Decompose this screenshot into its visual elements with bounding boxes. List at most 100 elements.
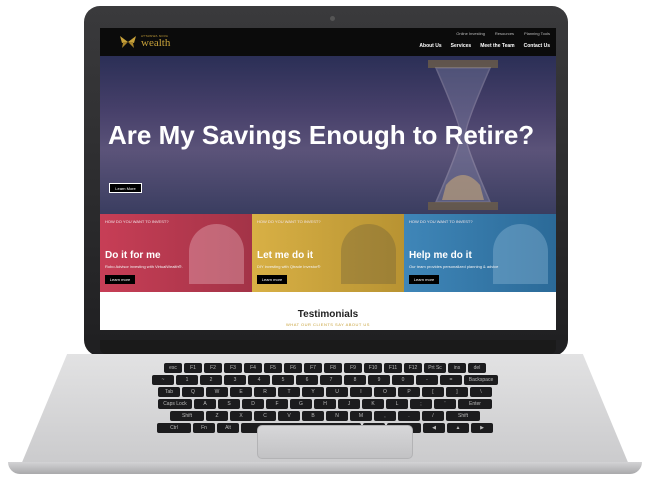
keyboard-key[interactable]: 7 [320,375,342,385]
keyboard-key[interactable]: . [398,411,420,421]
keyboard-key[interactable]: Ctrl [157,423,191,433]
keyboard-key[interactable]: , [374,411,396,421]
keyboard-key[interactable]: G [290,399,312,409]
keyboard-key[interactable]: Tab [158,387,180,397]
keyboard-key[interactable]: Fn [193,423,215,433]
keyboard-key[interactable]: F2 [204,363,222,373]
main-nav: About Us Services Meet the Team Contact … [419,43,550,49]
keyboard-key[interactable]: M [350,411,372,421]
keyboard-key[interactable]: O [374,387,396,397]
panel-eyebrow: HOW DO YOU WANT TO INVEST? [105,219,169,224]
keyboard-key[interactable]: ins [448,363,466,373]
keyboard-key[interactable]: W [206,387,228,397]
keyboard-key[interactable]: L [386,399,408,409]
keyboard-key[interactable]: Caps Lock [158,399,192,409]
keyboard-key[interactable]: D [242,399,264,409]
keyboard-key[interactable]: T [278,387,300,397]
laptop-base-edge [8,462,642,474]
keyboard-key[interactable]: A [194,399,216,409]
keyboard-key[interactable]: F9 [344,363,362,373]
panel-learn-more-button[interactable]: Learn more [409,275,439,284]
people-photo [493,224,548,284]
keyboard-key[interactable]: 3 [224,375,246,385]
nav-link-services[interactable]: Services [451,43,472,49]
keyboard-key[interactable]: B [302,411,324,421]
keyboard-key[interactable]: F7 [304,363,322,373]
keyboard-key[interactable]: / [422,411,444,421]
site-logo[interactable]: ATTAWWA NOVA wealth [118,35,170,49]
keyboard-key[interactable]: F12 [404,363,422,373]
nav-link-contact-us[interactable]: Contact Us [524,43,550,49]
keyboard-key[interactable]: ; [410,399,432,409]
panel-do-it-for-me[interactable]: HOW DO YOU WANT TO INVEST? Do it for me … [100,214,252,292]
keyboard-key[interactable]: 4 [248,375,270,385]
keyboard-key[interactable]: 6 [296,375,318,385]
keyboard-key[interactable]: 0 [392,375,414,385]
panel-eyebrow: HOW DO YOU WANT TO INVEST? [257,219,321,224]
keyboard-key[interactable]: esc [164,363,182,373]
nav-link-meet-the-team[interactable]: Meet the Team [480,43,514,49]
nav-link-resources[interactable]: Resources [495,31,514,36]
keyboard-key[interactable]: F11 [384,363,402,373]
keyboard-key[interactable]: = [440,375,462,385]
keyboard-key[interactable]: U [326,387,348,397]
panel-learn-more-button[interactable]: Learn more [105,275,135,284]
site-header: ATTAWWA NOVA wealth Online Investing Res… [100,28,556,56]
keyboard-key[interactable]: E [230,387,252,397]
keyboard-key[interactable]: 8 [344,375,366,385]
nav-link-online-investing[interactable]: Online Investing [456,31,485,36]
testimonials-subtitle: WHAT OUR CLIENTS SAY ABOUT US [286,322,370,327]
keyboard-key[interactable]: F8 [324,363,342,373]
nav-link-about-us[interactable]: About Us [419,43,441,49]
keyboard-key[interactable]: P [398,387,420,397]
panel-let-me-do-it[interactable]: HOW DO YOU WANT TO INVEST? Let me do it … [252,214,404,292]
keyboard-key[interactable]: Prt Sc [424,363,446,373]
trackpad[interactable] [257,425,413,459]
panel-description: DIY investing with Qtrade Investor® [257,264,321,269]
hero-learn-more-button[interactable]: Learn More [109,183,142,193]
keyboard-key[interactable]: J [338,399,360,409]
keyboard-key[interactable]: del [468,363,486,373]
keyboard-key[interactable]: Shift [170,411,204,421]
keyboard-key[interactable]: Q [182,387,204,397]
keyboard-key[interactable]: ▲ [447,423,469,433]
keyboard-key[interactable]: 1 [176,375,198,385]
keyboard-key[interactable]: F4 [244,363,262,373]
keyboard-key[interactable]: Alt [217,423,239,433]
keyboard-key[interactable]: \ [470,387,492,397]
keyboard-key[interactable]: [ [422,387,444,397]
keyboard-key[interactable]: K [362,399,384,409]
keyboard-key[interactable]: F3 [224,363,242,373]
keyboard-key[interactable]: ] [446,387,468,397]
keyboard-key[interactable]: ◀ [423,423,445,433]
keyboard-key[interactable]: H [314,399,336,409]
panel-title: Let me do it [257,250,314,261]
keyboard-key[interactable]: N [326,411,348,421]
keyboard-key[interactable]: ▶ [471,423,493,433]
panel-help-me-do-it[interactable]: HOW DO YOU WANT TO INVEST? Help me do it… [404,214,556,292]
keyboard-key[interactable]: I [350,387,372,397]
keyboard-key[interactable]: Shift [446,411,480,421]
keyboard-key[interactable]: 9 [368,375,390,385]
keyboard-key[interactable]: 5 [272,375,294,385]
keyboard-key[interactable]: F1 [184,363,202,373]
panel-learn-more-button[interactable]: Learn more [257,275,287,284]
keyboard-key[interactable]: F5 [264,363,282,373]
keyboard-key[interactable]: F [266,399,288,409]
nav-link-planning-tools[interactable]: Planning Tools [524,31,550,36]
keyboard-key[interactable]: ' [434,399,456,409]
keyboard-key[interactable]: - [416,375,438,385]
keyboard-key[interactable]: V [278,411,300,421]
keyboard-key[interactable]: Z [206,411,228,421]
keyboard-key[interactable]: F10 [364,363,382,373]
keyboard-key[interactable]: ~ [152,375,174,385]
keyboard-key[interactable]: 2 [200,375,222,385]
keyboard-key[interactable]: Backspace [464,375,498,385]
keyboard-key[interactable]: S [218,399,240,409]
keyboard-key[interactable]: F6 [284,363,302,373]
keyboard-key[interactable]: X [230,411,252,421]
keyboard-key[interactable]: Y [302,387,324,397]
keyboard-key[interactable]: Enter [458,399,492,409]
keyboard-key[interactable]: R [254,387,276,397]
keyboard-key[interactable]: C [254,411,276,421]
